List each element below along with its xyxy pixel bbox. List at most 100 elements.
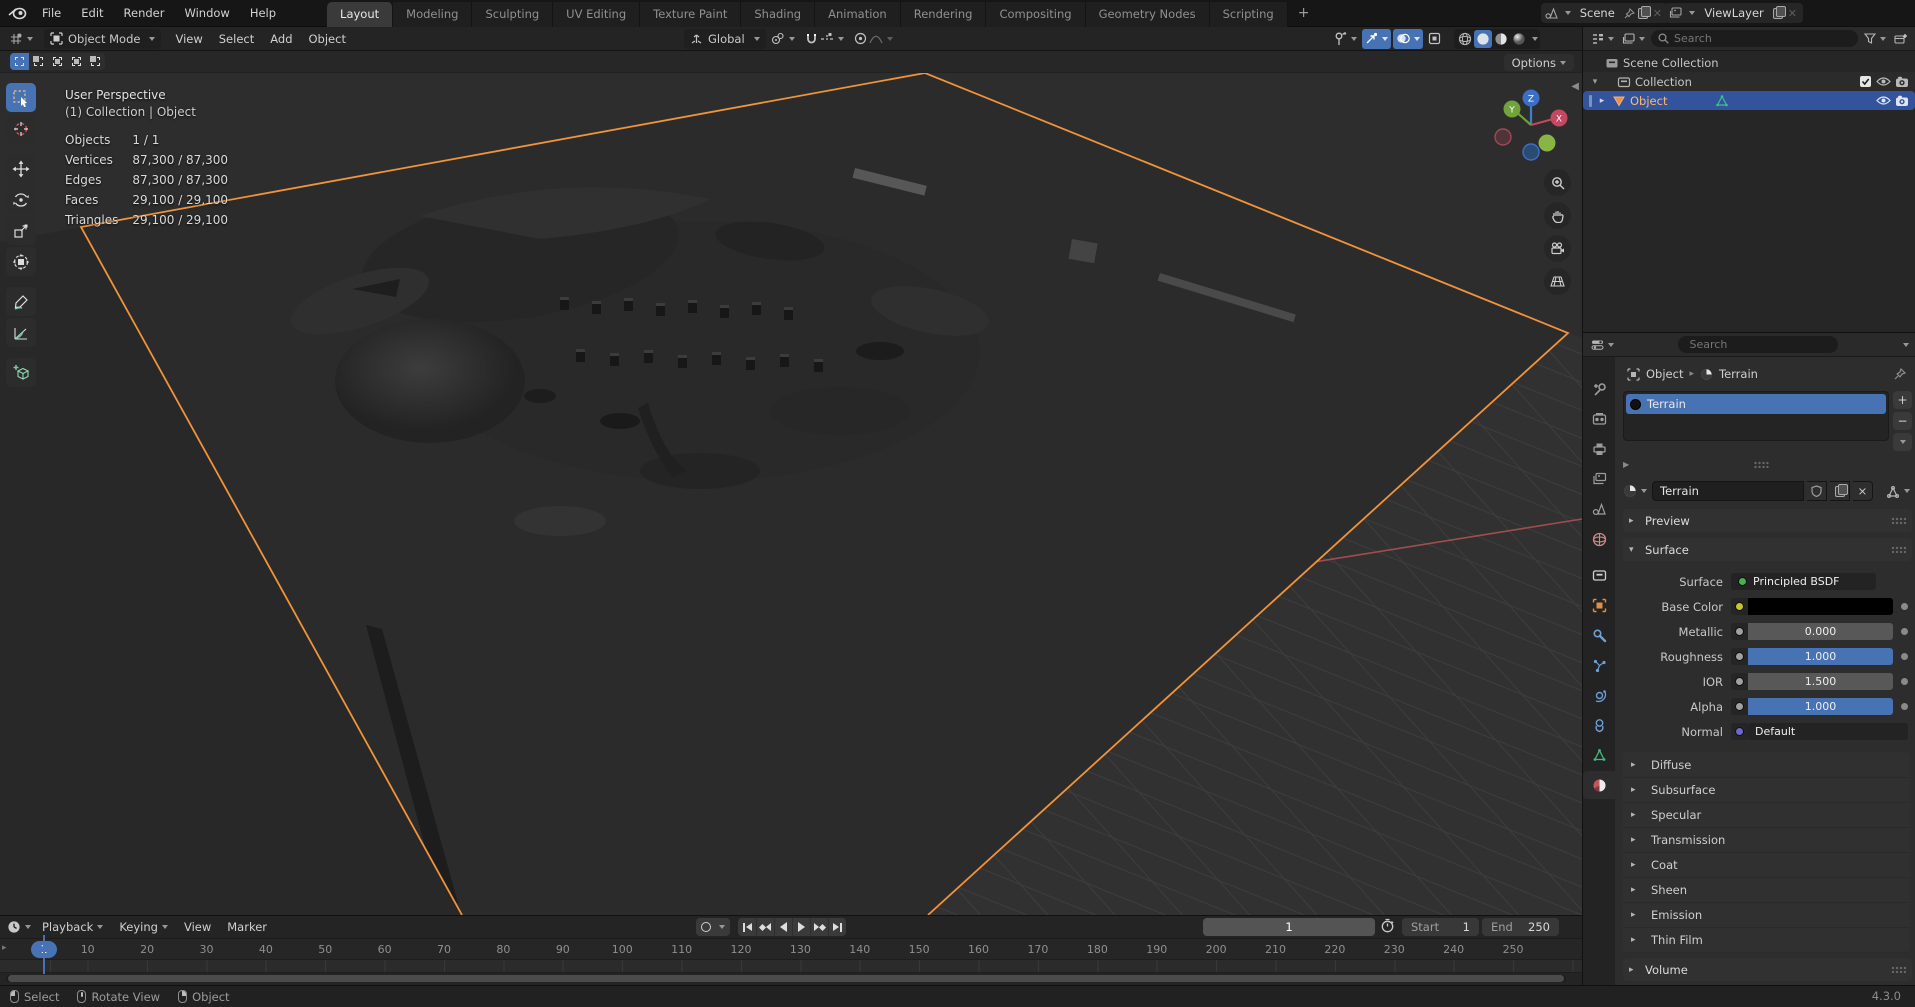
viewport-menu-item[interactable]: Add bbox=[262, 29, 300, 49]
delete-viewlayer-button[interactable]: ✕ bbox=[1786, 7, 1799, 20]
select-mode-set[interactable] bbox=[10, 53, 29, 70]
pin-icon[interactable] bbox=[1624, 8, 1635, 19]
ior-slider[interactable]: 1.500 bbox=[1748, 673, 1893, 690]
timeline-editor-button[interactable] bbox=[4, 917, 34, 937]
tab-collection[interactable] bbox=[1583, 561, 1615, 589]
new-viewlayer-button[interactable] bbox=[1773, 8, 1783, 19]
new-collection-button[interactable] bbox=[1892, 29, 1909, 49]
frame-start-field[interactable]: Start1 bbox=[1402, 918, 1479, 936]
options-button[interactable]: Options bbox=[1504, 54, 1574, 71]
properties-options-caret[interactable] bbox=[1903, 343, 1909, 347]
eye-icon[interactable] bbox=[1876, 76, 1891, 87]
workspace-tab[interactable]: Shading bbox=[741, 2, 815, 27]
camera-restrict-icon[interactable] bbox=[1895, 95, 1909, 107]
play-button[interactable] bbox=[792, 918, 810, 936]
viewport-menu-item[interactable]: Select bbox=[211, 29, 262, 49]
timeline-expand-chevron[interactable]: ▸ bbox=[2, 943, 7, 953]
select-mode-invert[interactable] bbox=[67, 53, 86, 70]
subpanel-header[interactable]: ▸Transmission bbox=[1623, 827, 1910, 852]
copy-material-button[interactable] bbox=[1830, 481, 1850, 501]
outliner-row-collection[interactable]: ▾ Collection bbox=[1583, 72, 1915, 91]
keying-menu[interactable]: Keying bbox=[111, 917, 176, 937]
play-reverse-button[interactable] bbox=[774, 918, 792, 936]
subpanel-header[interactable]: ▸Coat bbox=[1623, 852, 1910, 877]
playhead-line[interactable] bbox=[43, 935, 45, 974]
subpanel-header[interactable]: ▸Diffuse bbox=[1623, 752, 1910, 777]
breadcrumb-object[interactable]: Object bbox=[1646, 367, 1683, 381]
menu-item[interactable]: Edit bbox=[72, 3, 112, 23]
menu-item[interactable]: Help bbox=[241, 3, 285, 23]
preview-panel-header[interactable]: ▸Preview bbox=[1623, 509, 1912, 532]
playback-menu[interactable]: Playback bbox=[34, 917, 111, 937]
tool-scale[interactable] bbox=[6, 216, 36, 245]
properties-search-input[interactable] bbox=[1690, 338, 1835, 351]
marker-menu[interactable]: Marker bbox=[219, 917, 275, 937]
unlink-material-button[interactable]: × bbox=[1853, 481, 1873, 501]
playback-sync-dropdown[interactable] bbox=[696, 918, 730, 936]
outliner-search-input[interactable] bbox=[1674, 32, 1851, 45]
overlays-toggle[interactable] bbox=[1393, 29, 1423, 49]
animate-decorator[interactable] bbox=[1901, 653, 1908, 660]
viewport-menu-item[interactable]: View bbox=[167, 29, 210, 49]
eye-icon[interactable] bbox=[1876, 95, 1891, 106]
tab-object[interactable] bbox=[1583, 591, 1615, 619]
expand-icon[interactable]: ▾ bbox=[1589, 77, 1601, 87]
row-label[interactable]: Collection bbox=[1635, 75, 1692, 89]
tool-measure[interactable] bbox=[6, 318, 36, 347]
roughness-socket[interactable] bbox=[1731, 648, 1748, 665]
workspace-tab[interactable]: Compositing bbox=[986, 2, 1085, 27]
mode-dropdown[interactable]: Object Mode bbox=[44, 29, 161, 49]
row-label[interactable]: Object bbox=[1630, 94, 1667, 108]
tool-move[interactable] bbox=[6, 154, 36, 183]
workspace-tab[interactable]: Sculpting bbox=[472, 2, 553, 27]
tool-select-box[interactable] bbox=[6, 83, 36, 112]
material-name-field[interactable]: Terrain bbox=[1652, 481, 1804, 501]
tab-scene[interactable] bbox=[1583, 495, 1615, 523]
navigation-gizmo[interactable]: Z Y X bbox=[1487, 87, 1577, 177]
tab-object-data[interactable] bbox=[1583, 741, 1615, 769]
tab-modifiers[interactable] bbox=[1583, 621, 1615, 649]
camera-restrict-icon[interactable] bbox=[1895, 76, 1909, 88]
base-color-socket[interactable] bbox=[1731, 598, 1748, 615]
subpanel-header[interactable]: ▸Subsurface bbox=[1623, 777, 1910, 802]
workspace-tab[interactable]: Modeling bbox=[393, 2, 472, 27]
pan-button[interactable] bbox=[1544, 202, 1571, 229]
object-visibility-dropdown[interactable] bbox=[1331, 29, 1360, 49]
outliner-row-scene-collection[interactable]: Scene Collection bbox=[1583, 53, 1915, 72]
view-menu[interactable]: View bbox=[176, 917, 219, 937]
tool-add-cube[interactable] bbox=[6, 358, 36, 387]
add-workspace-button[interactable]: + bbox=[1288, 5, 1320, 21]
animate-decorator[interactable] bbox=[1901, 603, 1908, 610]
viewlayer-selector[interactable]: ViewLayer ✕ bbox=[1665, 3, 1803, 23]
tool-annotate[interactable] bbox=[6, 287, 36, 316]
row-label[interactable]: Scene Collection bbox=[1623, 56, 1719, 70]
metallic-slider[interactable]: 0.000 bbox=[1748, 623, 1893, 640]
menu-item[interactable]: Window bbox=[175, 3, 238, 23]
select-mode-intersect[interactable] bbox=[86, 53, 105, 70]
camera-view-button[interactable] bbox=[1544, 235, 1571, 262]
slot-expand-row[interactable]: ▶ bbox=[1623, 455, 1898, 473]
roughness-slider[interactable]: 1.000 bbox=[1748, 648, 1893, 665]
tab-render[interactable] bbox=[1583, 405, 1615, 433]
subpanel-header[interactable]: ▸Thin Film bbox=[1623, 927, 1910, 952]
tab-view-layer[interactable] bbox=[1583, 465, 1615, 493]
next-keyframe-button[interactable] bbox=[810, 918, 828, 936]
tool-cursor[interactable] bbox=[6, 114, 36, 143]
delete-scene-button[interactable]: ✕ bbox=[1651, 7, 1664, 20]
outliner-filter-button[interactable] bbox=[1862, 29, 1888, 49]
outliner-editor-button[interactable] bbox=[1589, 29, 1616, 49]
breadcrumb-data[interactable]: Terrain bbox=[1719, 367, 1758, 381]
tab-tool[interactable] bbox=[1583, 375, 1615, 403]
new-scene-button[interactable] bbox=[1638, 8, 1648, 19]
pivot-point-dropdown[interactable] bbox=[766, 29, 800, 49]
normal-socket[interactable] bbox=[1731, 723, 1748, 740]
timeline-scrollbar-handle[interactable] bbox=[8, 975, 1564, 982]
tab-physics[interactable] bbox=[1583, 681, 1615, 709]
snap-toggle[interactable] bbox=[800, 29, 818, 49]
viewlayer-name[interactable]: ViewLayer bbox=[1698, 6, 1769, 20]
base-color-swatch[interactable] bbox=[1748, 598, 1893, 615]
scene-name[interactable]: Scene bbox=[1574, 6, 1621, 20]
alpha-slider[interactable]: 1.000 bbox=[1748, 698, 1893, 715]
auto-keyframe-icon[interactable] bbox=[1380, 918, 1395, 933]
viewport-menu-item[interactable]: Object bbox=[301, 29, 354, 49]
